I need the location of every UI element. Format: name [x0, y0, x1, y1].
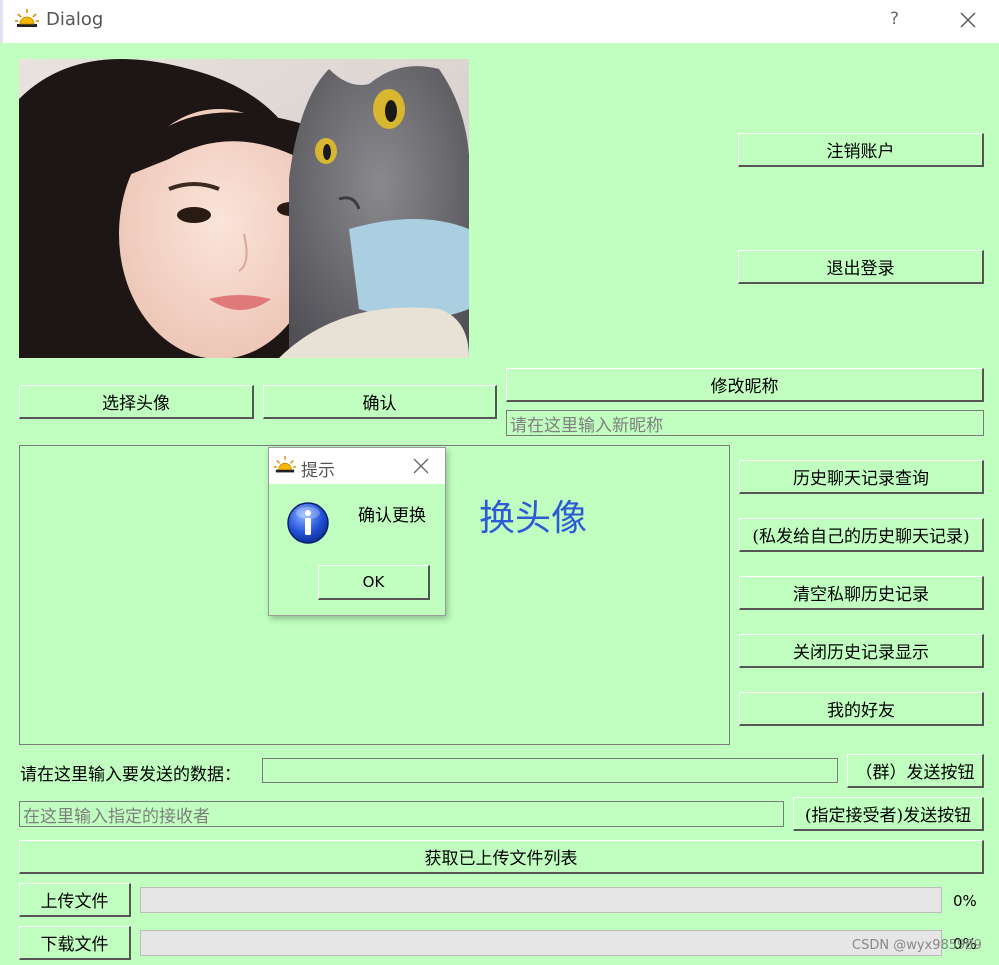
change-avatar-label: 换头像: [479, 498, 588, 539]
message-box-titlebar: 提示: [269, 448, 445, 484]
message-box: 提示 确认更换 OK: [268, 447, 446, 616]
download-progress-bar: [140, 930, 942, 956]
info-icon: [286, 501, 330, 550]
ok-button[interactable]: OK: [318, 565, 430, 600]
watermark: CSDN @wyx985989: [852, 938, 982, 953]
clear-private-history-button[interactable]: 清空私聊历史记录: [739, 576, 984, 610]
message-box-text: 确认更换: [358, 506, 426, 526]
direct-send-button[interactable]: (指定接受者)发送按钮: [793, 797, 984, 831]
history-query-button[interactable]: 历史聊天记录查询: [739, 460, 984, 494]
window-title: Dialog: [46, 9, 104, 30]
avatar-image: [19, 59, 469, 358]
logout-button[interactable]: 退出登录: [738, 250, 984, 284]
nickname-input[interactable]: 请在这里输入新昵称: [506, 410, 984, 436]
sunrise-icon: [15, 8, 39, 37]
modify-nickname-button[interactable]: 修改昵称: [506, 368, 984, 402]
sunrise-icon: [274, 455, 296, 482]
upload-progress-text: 0%: [953, 892, 977, 910]
upload-file-button[interactable]: 上传文件: [19, 883, 131, 917]
choose-avatar-button[interactable]: 选择头像: [19, 385, 254, 419]
download-file-button[interactable]: 下载文件: [19, 926, 131, 960]
group-send-button[interactable]: （群）发送按钮: [847, 754, 984, 788]
private-history-button[interactable]: (私发给自己的历史聊天记录): [739, 518, 984, 552]
close-icon[interactable]: [413, 458, 429, 479]
get-file-list-button[interactable]: 获取已上传文件列表: [19, 840, 984, 874]
cancel-account-button[interactable]: 注销账户: [738, 133, 984, 167]
my-friends-button[interactable]: 我的好友: [739, 692, 984, 726]
close-icon[interactable]: [959, 11, 977, 34]
help-button[interactable]: ?: [890, 9, 899, 29]
receiver-input[interactable]: 在这里输入指定的接收者: [19, 801, 784, 827]
confirm-avatar-button[interactable]: 确认: [263, 385, 497, 419]
send-data-input[interactable]: [262, 758, 838, 783]
upload-progress-bar: [140, 887, 942, 913]
send-data-label: 请在这里输入要发送的数据：: [20, 765, 241, 785]
title-bar: Dialog ?: [0, 0, 999, 43]
close-history-button[interactable]: 关闭历史记录显示: [739, 634, 984, 668]
message-box-title: 提示: [301, 461, 335, 481]
